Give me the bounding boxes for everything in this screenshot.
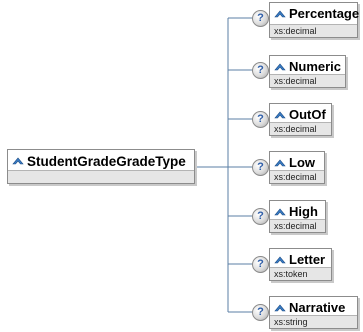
- element-icon: [274, 10, 286, 17]
- element-icon: [274, 63, 286, 70]
- element-name: OutOf: [289, 107, 326, 122]
- element-name: Numeric: [289, 59, 342, 74]
- element-name: Low: [289, 155, 315, 170]
- element-type: xs:token: [270, 267, 331, 280]
- element-icon: [274, 256, 286, 263]
- root-element-name: StudentGradeGradeType: [27, 153, 186, 169]
- question-icon[interactable]: ?: [252, 304, 269, 321]
- root-element-box[interactable]: StudentGradeGradeType: [7, 149, 195, 184]
- root-type-bar: [8, 170, 194, 183]
- element-icon: [274, 304, 286, 311]
- element-name: Narrative: [289, 300, 346, 315]
- element-name: Percentage: [289, 6, 360, 21]
- element-type: xs:decimal: [270, 219, 325, 232]
- child-element-percentage[interactable]: Percentage xs:decimal: [269, 2, 360, 38]
- element-name: Letter: [289, 252, 326, 267]
- element-type: xs:decimal: [270, 170, 324, 183]
- root-element-header: StudentGradeGradeType: [8, 150, 194, 172]
- element-type: xs:decimal: [270, 122, 331, 135]
- element-icon: [274, 208, 286, 215]
- element-type: xs:decimal: [270, 24, 357, 37]
- element-icon: [274, 159, 286, 166]
- element-icon: [12, 157, 24, 165]
- question-icon[interactable]: ?: [252, 256, 269, 273]
- element-name: High: [289, 204, 318, 219]
- question-icon[interactable]: ?: [252, 159, 269, 176]
- question-icon[interactable]: ?: [252, 208, 269, 225]
- question-icon[interactable]: ?: [252, 111, 269, 128]
- child-element-high[interactable]: High xs:decimal: [269, 200, 326, 233]
- child-element-outof[interactable]: OutOf xs:decimal: [269, 103, 332, 136]
- child-element-numeric[interactable]: Numeric xs:decimal: [269, 55, 346, 88]
- element-type: xs:string: [270, 315, 357, 328]
- child-element-letter[interactable]: Letter xs:token: [269, 248, 332, 281]
- question-icon[interactable]: ?: [252, 62, 269, 79]
- child-element-low[interactable]: Low xs:decimal: [269, 151, 325, 184]
- child-element-narrative[interactable]: Narrative xs:string: [269, 296, 358, 329]
- element-type: xs:decimal: [270, 74, 345, 87]
- question-icon[interactable]: ?: [252, 10, 269, 27]
- element-icon: [274, 111, 286, 118]
